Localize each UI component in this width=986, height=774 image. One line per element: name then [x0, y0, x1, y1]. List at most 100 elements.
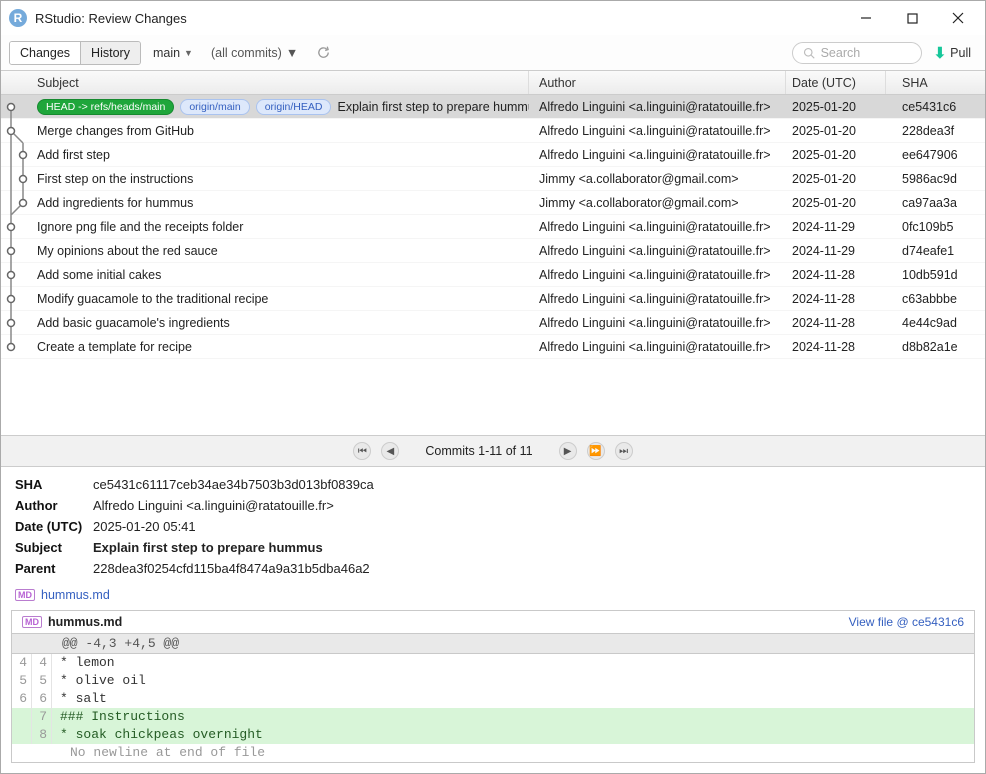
commit-author: Jimmy <a.collaborator@gmail.com> [529, 172, 786, 186]
commit-graph-cell [1, 95, 37, 118]
review-changes-window: R RStudio: Review Changes Changes Histor… [0, 0, 986, 774]
commit-date: 2024-11-28 [786, 316, 886, 330]
line-number-old [12, 708, 32, 726]
diff-line: 55* olive oil [12, 672, 974, 690]
diff-header: MD hummus.md View file @ ce5431c6 [12, 611, 974, 634]
commit-author: Alfredo Linguini <a.linguini@ratatouille… [529, 124, 786, 138]
column-subject[interactable]: Subject [1, 71, 529, 94]
commit-graph-cell [1, 311, 37, 334]
commit-row[interactable]: HEAD -> refs/heads/mainorigin/mainorigin… [1, 95, 985, 119]
pager-status: Commits 1-11 of 11 [425, 444, 532, 458]
line-number-new: 6 [32, 690, 52, 708]
commit-sha: 0fc109b5 [886, 220, 985, 234]
commit-date: 2025-01-20 [786, 148, 886, 162]
commit-row[interactable]: Add ingredients for hummusJimmy <a.colla… [1, 191, 985, 215]
search-placeholder: Search [821, 46, 861, 60]
commit-date: 2024-11-29 [786, 244, 886, 258]
changed-file-name[interactable]: hummus.md [41, 588, 110, 602]
toolbar: Changes History main ▼ (all commits) ▼ S… [1, 35, 985, 71]
changed-file-link[interactable]: MD hummus.md [1, 586, 985, 610]
maximize-button[interactable] [889, 3, 935, 33]
commit-row[interactable]: First step on the instructionsJimmy <a.c… [1, 167, 985, 191]
column-author[interactable]: Author [529, 71, 786, 94]
diff-hunk-header: @@ -4,3 +4,5 @@ [12, 634, 974, 654]
search-input[interactable]: Search [792, 42, 922, 64]
commit-subject: Modify guacamole to the traditional reci… [37, 292, 529, 306]
commits-table-header: Subject Author Date (UTC) SHA [1, 71, 985, 95]
commit-date: 2024-11-28 [786, 340, 886, 354]
commit-subject: Add ingredients for hummus [37, 196, 529, 210]
view-mode-segmented: Changes History [9, 41, 141, 65]
commit-sha: d74eafe1 [886, 244, 985, 258]
commit-filter-selector[interactable]: (all commits) ▼ [205, 44, 304, 62]
commit-row[interactable]: Ignore png file and the receipts folderA… [1, 215, 985, 239]
commit-sha: ce5431c6 [886, 100, 985, 114]
markdown-file-icon: MD [22, 616, 42, 628]
commit-date: 2025-01-20 [786, 124, 886, 138]
detail-parent: 228dea3f0254cfd115ba4f8474a9a31b5dba46a2 [93, 561, 370, 576]
commit-author: Alfredo Linguini <a.linguini@ratatouille… [529, 220, 786, 234]
line-number-new: 8 [32, 726, 52, 744]
commit-row[interactable]: Merge changes from GitHubAlfredo Linguin… [1, 119, 985, 143]
line-number-old: 4 [12, 654, 32, 672]
column-sha[interactable]: SHA [886, 71, 985, 94]
commit-row[interactable]: Create a template for recipeAlfredo Ling… [1, 335, 985, 359]
commit-sha: ee647906 [886, 148, 985, 162]
pager-prev-button[interactable]: ◀ [381, 442, 399, 460]
column-date[interactable]: Date (UTC) [786, 71, 886, 94]
window-title: RStudio: Review Changes [35, 11, 187, 26]
commit-sha: c63abbbe [886, 292, 985, 306]
commit-author: Alfredo Linguini <a.linguini@ratatouille… [529, 100, 786, 114]
commit-graph-cell [1, 143, 37, 166]
commit-date: 2024-11-29 [786, 220, 886, 234]
pager-first-button[interactable]: ⏮ [353, 442, 371, 460]
line-number-new: 7 [32, 708, 52, 726]
diff-code: * salt [52, 690, 107, 708]
line-number-new: 4 [32, 654, 52, 672]
pager-last-button[interactable]: ⏭ [615, 442, 633, 460]
commit-subject: First step on the instructions [37, 172, 529, 186]
commit-author: Alfredo Linguini <a.linguini@ratatouille… [529, 340, 786, 354]
pager-next-button[interactable]: ▶ [559, 442, 577, 460]
commit-date: 2025-01-20 [786, 100, 886, 114]
ref-badge-head: HEAD -> refs/heads/main [37, 99, 174, 115]
view-file-link[interactable]: View file @ ce5431c6 [849, 615, 964, 629]
commit-graph-cell [1, 167, 37, 190]
commit-row[interactable]: My opinions about the red sauceAlfredo L… [1, 239, 985, 263]
commit-row[interactable]: Add some initial cakesAlfredo Linguini <… [1, 263, 985, 287]
pager-fwd-button[interactable]: ⏩ [587, 442, 605, 460]
close-button[interactable] [935, 3, 981, 33]
line-number-old: 6 [12, 690, 32, 708]
commit-sha: 10db591d [886, 268, 985, 282]
minimize-button[interactable] [843, 3, 889, 33]
commit-sha: d8b82a1e [886, 340, 985, 354]
commit-row[interactable]: Modify guacamole to the traditional reci… [1, 287, 985, 311]
line-number-old: 5 [12, 672, 32, 690]
commit-date: 2025-01-20 [786, 196, 886, 210]
branch-name: main [153, 46, 180, 60]
diff-lines: 44* lemon55* olive oil66* salt7### Instr… [12, 654, 974, 744]
refresh-button[interactable] [314, 44, 332, 62]
search-icon [803, 47, 815, 59]
commit-sha: 4e44c9ad [886, 316, 985, 330]
diff-code: * soak chickpeas overnight [52, 726, 263, 744]
commit-sha: 5986ac9d [886, 172, 985, 186]
commit-subject: Merge changes from GitHub [37, 124, 529, 138]
commit-subject: Add some initial cakes [37, 268, 529, 282]
commit-row[interactable]: Add basic guacamole's ingredientsAlfredo… [1, 311, 985, 335]
tab-changes[interactable]: Changes [10, 42, 81, 64]
pager-bar: ⏮ ◀ Commits 1-11 of 11 ▶ ⏩ ⏭ [1, 435, 985, 467]
detail-label-author: Author [15, 498, 93, 513]
tab-history[interactable]: History [81, 42, 140, 64]
commit-row[interactable]: Add first stepAlfredo Linguini <a.lingui… [1, 143, 985, 167]
pull-button[interactable]: ⬇ Pull [928, 42, 977, 64]
commit-date: 2025-01-20 [786, 172, 886, 186]
commit-date: 2024-11-28 [786, 268, 886, 282]
commit-subject: My opinions about the red sauce [37, 244, 529, 258]
pull-arrow-icon: ⬇ [934, 44, 947, 62]
detail-subject: Explain first step to prepare hummus [93, 540, 323, 555]
detail-label-sha: SHA [15, 477, 93, 492]
branch-selector[interactable]: main ▼ [147, 44, 199, 62]
line-number-old [12, 726, 32, 744]
diff-line: 66* salt [12, 690, 974, 708]
